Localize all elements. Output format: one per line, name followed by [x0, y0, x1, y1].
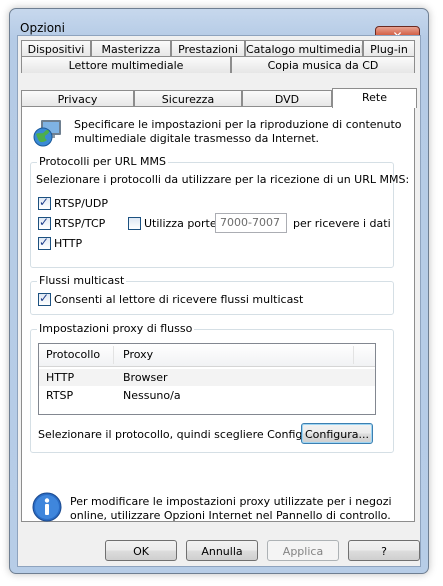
ports-suffix-label: per ricevere i dati [293, 217, 391, 230]
column-divider[interactable] [113, 346, 114, 364]
tab-lettore-multimediale[interactable]: Lettore multimediale [21, 56, 231, 73]
rtsp-udp-checkbox[interactable] [38, 195, 51, 210]
intro-text: Specificare le impostazioni per la ripro… [74, 118, 402, 145]
proxy-row-http[interactable]: HTTP Browser [39, 369, 375, 386]
tab-prestazioni[interactable]: Prestazioni [171, 40, 245, 57]
tab-dvd[interactable]: DVD [242, 90, 332, 107]
stream-proxy-legend: Impostazioni proxy di flusso [37, 322, 195, 335]
row-protocol: RTSP [46, 389, 74, 402]
network-globe-icon [33, 120, 61, 147]
rtsp-udp-label[interactable]: RTSP/UDP [54, 197, 108, 210]
multicast-group: Flussi multicast Consenti al lettore di … [30, 274, 394, 315]
proxy-row-rtsp[interactable]: RTSP Nessuno/a [39, 387, 375, 404]
help-button[interactable]: ? [348, 540, 420, 561]
info-icon [32, 492, 62, 522]
tab-plug-in[interactable]: Plug-in [363, 40, 415, 57]
configure-button[interactable]: Configura... [301, 423, 373, 444]
tab-copia-musica-da-cd[interactable]: Copia musica da CD [231, 56, 415, 73]
proxy-instruction: Selezionare il protocollo, quindi scegli… [38, 428, 325, 441]
rtsp-tcp-checkbox[interactable] [38, 215, 51, 230]
proxy-list[interactable]: Protocollo Proxy HTTP Browser RTSP Nessu… [38, 343, 376, 415]
mms-protocols-group: Protocolli per URL MMS Selezionare i pro… [30, 155, 409, 268]
info-text: Per modificare le impostazioni proxy uti… [70, 495, 392, 522]
proxy-list-header: Protocollo Proxy [39, 344, 375, 367]
cancel-button[interactable]: Annulla [186, 540, 258, 561]
row-protocol: HTTP [46, 371, 75, 384]
apply-button[interactable]: Applica [267, 540, 339, 561]
tab-catalogo-multimediale[interactable]: Catalogo multimediale [245, 40, 363, 57]
row-proxy: Browser [123, 371, 168, 384]
column-proxy[interactable]: Proxy [123, 348, 153, 361]
http-label[interactable]: HTTP [54, 237, 82, 250]
ok-button[interactable]: OK [105, 540, 177, 561]
multicast-legend: Flussi multicast [37, 274, 127, 287]
network-tab-panel: Specificare le impostazioni per la ripro… [21, 106, 415, 522]
stream-proxy-group: Impostazioni proxy di flusso Protocollo … [30, 322, 394, 453]
tab-dispositivi[interactable]: Dispositivi [21, 40, 91, 57]
use-ports-checkbox[interactable] [128, 217, 141, 230]
use-ports-label[interactable]: Utilizza porte [144, 217, 217, 230]
dialog-client-area: Dispositivi Masterizza Prestazioni Catal… [17, 35, 421, 567]
ports-input[interactable]: 7000-7007 [215, 213, 287, 233]
dialog-footer: OK Annulla Applica ? [18, 530, 420, 566]
tab-masterizza[interactable]: Masterizza [91, 40, 171, 57]
mms-protocols-description: Selezionare i protocolli da utilizzare p… [36, 173, 410, 186]
tab-sicurezza[interactable]: Sicurezza [134, 90, 242, 107]
window-title: Opzioni [20, 21, 65, 35]
column-divider[interactable] [353, 346, 354, 364]
row-proxy: Nessuno/a [123, 389, 181, 402]
http-checkbox[interactable] [38, 235, 51, 250]
tab-privacy[interactable]: Privacy [21, 90, 134, 107]
options-dialog: Opzioni ✕ Dispositivi Masterizza Prestaz… [9, 8, 429, 574]
mms-protocols-legend: Protocolli per URL MMS [37, 155, 168, 168]
tab-strip: Dispositivi Masterizza Prestazioni Catal… [21, 40, 417, 108]
tab-rete[interactable]: Rete [332, 88, 417, 108]
allow-multicast-checkbox[interactable] [38, 291, 51, 306]
allow-multicast-label[interactable]: Consenti al lettore di ricevere flussi m… [54, 293, 303, 306]
column-protocol[interactable]: Protocollo [46, 348, 100, 361]
rtsp-tcp-label[interactable]: RTSP/TCP [54, 217, 105, 230]
